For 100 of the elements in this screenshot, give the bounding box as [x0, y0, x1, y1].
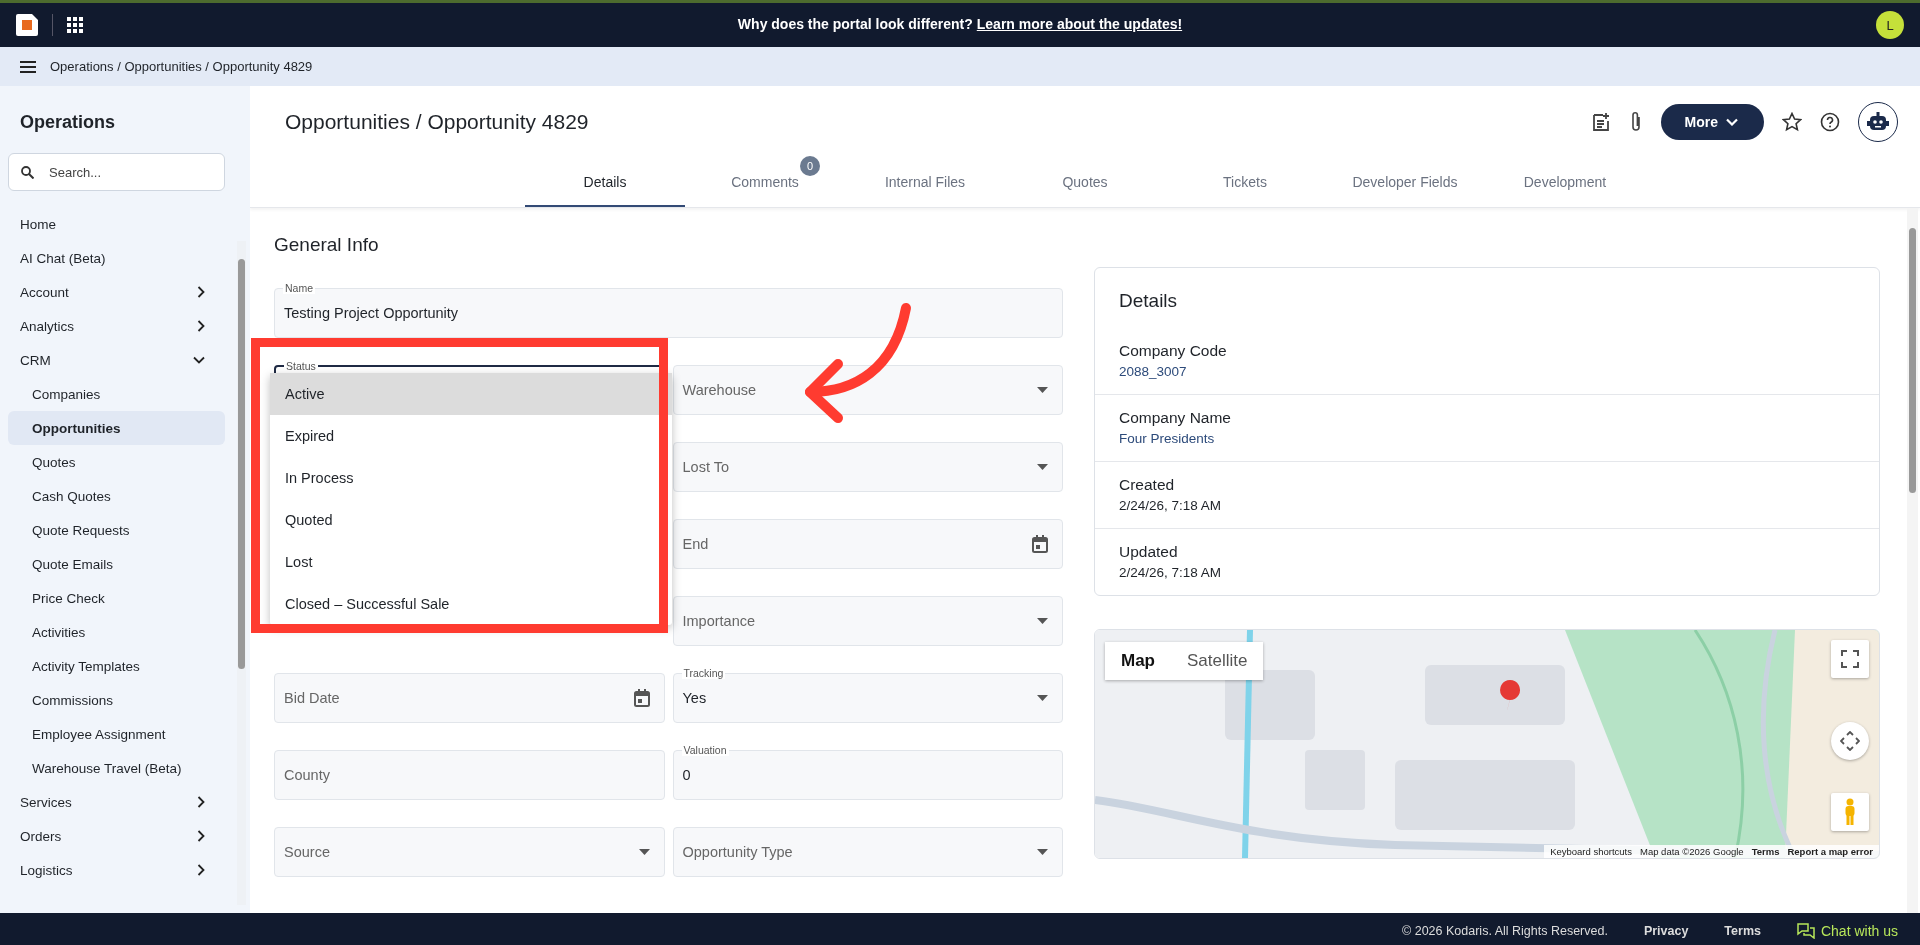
scrollbar[interactable] [1907, 208, 1918, 913]
sidebar-item[interactable]: Activities [8, 615, 225, 649]
menu-option[interactable]: Active [270, 373, 672, 415]
menu-icon[interactable] [20, 60, 36, 73]
chat-icon [1796, 922, 1815, 939]
help-icon[interactable] [1820, 112, 1840, 132]
field-label: Valuation [681, 744, 729, 756]
sidebar-item[interactable]: Quote Requests [8, 513, 225, 547]
copyright-text: © 2026 Kodaris. All Rights Reserved. [1402, 923, 1608, 938]
fullscreen-button[interactable] [1831, 640, 1869, 678]
select-field[interactable]: Importance [672, 596, 1063, 646]
page-title: Opportunities / Opportunity 4829 [285, 110, 590, 134]
fullscreen-icon [1841, 650, 1859, 668]
sidebar-item[interactable]: Logistics [0, 853, 225, 887]
date-field[interactable]: End [672, 519, 1063, 569]
caret-down-icon [1037, 464, 1048, 470]
tab[interactable]: Development [1485, 158, 1645, 207]
section-title: General Info [274, 234, 380, 256]
tab[interactable]: Quotes [1005, 158, 1165, 207]
sidebar-item[interactable]: Orders [0, 819, 225, 853]
menu-option[interactable]: Closed – Successful Sale [270, 583, 672, 625]
select-field[interactable]: Warehouse [672, 365, 1063, 415]
map-type-tab[interactable]: Map [1105, 642, 1171, 680]
star-icon[interactable] [1782, 112, 1802, 132]
sidebar-item[interactable]: Analytics [0, 309, 225, 343]
map-attribution[interactable]: Keyboard shortcuts [1550, 846, 1632, 857]
tab[interactable]: Details [525, 158, 685, 207]
menu-option[interactable]: Quoted [270, 499, 672, 541]
sidebar-title: Operations [20, 112, 117, 133]
move-arrows-icon [1840, 731, 1860, 751]
apps-grid-icon[interactable] [67, 17, 83, 33]
map-attribution[interactable]: Terms [1751, 846, 1780, 857]
caret-down-icon [1037, 387, 1048, 393]
sidebar-item[interactable]: Opportunities [8, 411, 225, 445]
chevron-right-icon [197, 320, 205, 332]
footer-link[interactable]: Privacy [1643, 923, 1689, 938]
robot-icon [1867, 112, 1889, 132]
sidebar-item[interactable]: Home [0, 207, 225, 241]
scrollbar[interactable] [237, 241, 246, 905]
select-field[interactable]: Source [274, 827, 665, 877]
sidebar-item[interactable]: CRM [0, 343, 225, 377]
field-value: Testing Project Opportunity [284, 305, 459, 321]
sidebar-item[interactable]: Activity Templates [8, 649, 225, 683]
field-label: Warehouse [682, 382, 757, 398]
detail-value: 2/24/26, 7:18 AM [1119, 498, 1223, 513]
sidebar-item[interactable]: Cash Quotes [8, 479, 225, 513]
tab[interactable]: Internal Files [845, 158, 1005, 207]
tab[interactable]: Tickets [1165, 158, 1325, 207]
map-attribution[interactable]: Map data ©2026 Google [1640, 846, 1744, 857]
sidebar-item[interactable]: Employee Assignment [8, 717, 225, 751]
chevron-right-icon [197, 864, 205, 876]
tab[interactable]: Comments 0 [685, 158, 845, 207]
field-label: Bid Date [284, 690, 340, 706]
banner-link[interactable]: Learn more about the updates! [976, 16, 1183, 32]
map-type-tab[interactable]: Satellite [1171, 642, 1264, 680]
field-label: Lost To [682, 459, 729, 475]
sidebar-item[interactable]: Account [0, 275, 225, 309]
sidebar-item[interactable]: Warehouse Travel (Beta) [8, 751, 225, 785]
field-label: County [284, 767, 330, 783]
detail-label: Updated [1119, 543, 1179, 561]
detail-value[interactable]: 2088_3007 [1119, 364, 1855, 379]
logo-icon[interactable] [16, 14, 38, 36]
field-label: Importance [682, 613, 756, 629]
select-field[interactable]: Lost To [672, 442, 1063, 492]
footer-link[interactable]: Terms [1724, 923, 1761, 938]
more-button[interactable]: More [1660, 104, 1764, 140]
sidebar-item[interactable]: Quote Emails [8, 547, 225, 581]
menu-option[interactable]: In Process [270, 457, 672, 499]
caret-down-icon [1037, 695, 1048, 701]
map-attribution[interactable]: Report a map error [1787, 846, 1873, 857]
chat-button[interactable]: Chat with us [1796, 922, 1898, 939]
sidebar-item[interactable]: Commissions [8, 683, 225, 717]
sidebar-item[interactable]: Quotes [8, 445, 225, 479]
menu-option[interactable]: Lost [270, 541, 672, 583]
count-badge: 0 [800, 156, 820, 176]
select-field[interactable]: Opportunity Type [672, 827, 1063, 877]
chevron-down-icon [1726, 118, 1738, 126]
detail-value: 2/24/26, 7:18 AM [1119, 565, 1223, 580]
input-field[interactable]: County [274, 750, 665, 800]
sidebar-item[interactable]: Price Check [8, 581, 225, 615]
date-field[interactable]: Bid Date [274, 673, 665, 723]
banner-text: Why does the portal look different? [737, 16, 973, 32]
sidebar-item[interactable]: Services [0, 785, 225, 819]
card-title: Details [1118, 289, 1179, 313]
figure-icon [1843, 798, 1857, 826]
note-add-icon[interactable] [1590, 112, 1611, 132]
field-value: Yes [682, 690, 707, 706]
chevron-right-icon [197, 796, 205, 808]
calendar-icon [1032, 535, 1048, 553]
field-label: End [682, 536, 709, 552]
search-field[interactable]: Search... [8, 153, 225, 191]
detail-value[interactable]: Four Presidents [1119, 431, 1855, 446]
menu-option[interactable]: Expired [270, 415, 672, 457]
sidebar-item[interactable]: AI Chat (Beta) [0, 241, 225, 275]
breadcrumb[interactable]: Operations / Opportunities / Opportunity 4829 [50, 59, 313, 74]
sidebar-item[interactable]: Companies [8, 377, 225, 411]
caret-down-icon [1037, 849, 1048, 855]
field-label: Name [283, 282, 315, 294]
user-avatar[interactable]: L [1876, 11, 1904, 39]
tab[interactable]: Developer Fields [1325, 158, 1485, 207]
